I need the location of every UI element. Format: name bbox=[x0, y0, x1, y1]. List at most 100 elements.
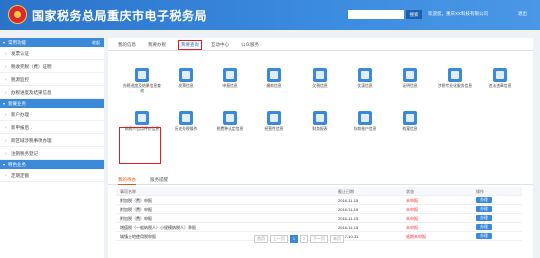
table-header-row: 事项名称 截止日期 状态 操作 bbox=[116, 187, 522, 196]
table-row: 增值税（一般纳税人）小规模纳税人）季报 2016-11-15 未申报 办理 bbox=[116, 223, 522, 232]
sidebar-item[interactable]: 跨区域涉税事项办理 bbox=[0, 134, 104, 147]
section-title: 套餐业务 bbox=[8, 101, 26, 106]
sidebar-item[interactable]: 新申报后 bbox=[0, 121, 104, 134]
pager-first[interactable]: 首页 bbox=[254, 235, 268, 243]
deadline: 2016-11-15 bbox=[338, 198, 359, 203]
sidebar-item[interactable]: 注销税务登记 bbox=[0, 147, 104, 160]
pager-page[interactable]: 1 bbox=[290, 235, 298, 243]
sub-tabs: 我的待办 服务提醒 bbox=[108, 175, 533, 185]
tab-my-info[interactable]: 我的信息 bbox=[118, 42, 136, 48]
table-row: 附加税（费）申报 2016-11-15 未申报 办理 bbox=[116, 196, 522, 205]
pager-next[interactable]: 下一页 bbox=[310, 235, 328, 243]
handle-button[interactable]: 办理 bbox=[476, 233, 492, 239]
table-row: 附加税（费）申报 2016-11-15 未申报 办理 bbox=[116, 205, 522, 214]
sidebar-section-common[interactable]: ▾ 常用功能 收起 bbox=[0, 38, 104, 47]
history-icon bbox=[179, 111, 193, 125]
query-tile-arrears[interactable]: 欠税信息 bbox=[300, 68, 340, 89]
declaration-icon bbox=[223, 68, 237, 82]
handle-button[interactable]: 办理 bbox=[476, 206, 492, 212]
query-tile-financial[interactable]: 财务报表 bbox=[300, 111, 340, 132]
collapse-link[interactable]: 收起 bbox=[92, 38, 100, 47]
tab-my-todo[interactable]: 我的待办 bbox=[118, 177, 136, 185]
status: 未申报 bbox=[406, 225, 418, 230]
top-tabs: 我的信息 我要办税 我要查询 互动中心 公众服务 bbox=[108, 40, 533, 51]
status: 未申报 bbox=[406, 207, 418, 212]
deadline: 2016-11-15 bbox=[338, 216, 359, 221]
sidebar-section-special[interactable]: ▾ 特色业务 bbox=[0, 160, 104, 169]
sidebar-section-package[interactable]: ▾ 套餐业务 bbox=[0, 99, 104, 108]
header-bar: 国家税务总局重庆市电子税务局 搜索 欢迎您，重庆XX科技有限公司 退出 bbox=[0, 0, 540, 30]
financial-icon bbox=[313, 111, 327, 125]
query-tile-certificate[interactable]: 证明信息 bbox=[390, 68, 430, 89]
operating-icon bbox=[267, 111, 281, 125]
pager-last[interactable]: 末页 bbox=[330, 235, 344, 243]
sidebar-item[interactable]: 发票认证 bbox=[0, 47, 104, 60]
handle-button[interactable]: 办理 bbox=[476, 224, 492, 230]
credit-icon bbox=[135, 111, 149, 125]
deadline: 2016-11-15 bbox=[338, 225, 359, 230]
status: 未申报 bbox=[406, 216, 418, 221]
sidebar-item[interactable]: 税源监控 bbox=[0, 73, 104, 86]
query-tile-professional[interactable]: 涉税专业化服务信息 bbox=[435, 68, 475, 89]
section-title: 常用功能 bbox=[8, 40, 26, 45]
status: 未申报 bbox=[406, 198, 418, 203]
todo-table: 事项名称 截止日期 状态 操作 附加税（费）申报 2016-11-15 未申报 … bbox=[116, 187, 522, 241]
handle-button[interactable]: 办理 bbox=[476, 197, 492, 203]
archive-icon bbox=[403, 111, 417, 125]
progress-icon bbox=[135, 68, 149, 82]
preferential-icon bbox=[358, 68, 372, 82]
certificate-icon bbox=[403, 68, 417, 82]
query-tile-declaration[interactable]: 申报信息 bbox=[210, 68, 250, 89]
query-tile-progress[interactable]: 办税进度及结果信息查询 bbox=[122, 68, 162, 94]
item-name: 附加税（费）申报 bbox=[120, 207, 152, 212]
status: 逾期未申报 bbox=[406, 234, 426, 239]
col-header-status: 状态 bbox=[406, 189, 414, 194]
tab-tax-handling[interactable]: 我要办税 bbox=[148, 42, 166, 48]
query-tile-invoice[interactable]: 发票信息 bbox=[166, 68, 206, 89]
payment-icon bbox=[267, 68, 281, 82]
pager-prev[interactable]: 上一页 bbox=[270, 235, 288, 243]
chevron-down-icon: ▾ bbox=[3, 40, 6, 45]
sidebar-item[interactable]: 税收完税（费）证明 bbox=[0, 60, 104, 73]
query-tile-violation[interactable]: 违法违章信息 bbox=[480, 68, 520, 89]
pager-page[interactable]: 2 bbox=[300, 235, 308, 243]
selection-highlight bbox=[119, 127, 161, 164]
violation-icon bbox=[493, 68, 507, 82]
tab-public-service[interactable]: 公众服务 bbox=[241, 42, 259, 48]
main-panel: 我的信息 我要办税 我要查询 互动中心 公众服务 办税进度及结果信息查询 发票信… bbox=[108, 38, 533, 258]
item-name: 附加税（费）申报 bbox=[120, 198, 152, 203]
search-input[interactable] bbox=[348, 10, 404, 19]
tab-interaction[interactable]: 互动中心 bbox=[211, 42, 229, 48]
section-title: 特色业务 bbox=[8, 162, 26, 167]
query-tile-preferential[interactable]: 优惠信息 bbox=[345, 68, 385, 89]
query-tile-payment[interactable]: 缴款信息 bbox=[254, 68, 294, 89]
col-header-name: 事项名称 bbox=[120, 189, 136, 194]
tax-emblem-icon bbox=[8, 5, 27, 24]
handle-button[interactable]: 办理 bbox=[476, 215, 492, 221]
query-tile-history[interactable]: 历史办税操作 bbox=[166, 111, 206, 132]
arrears-icon bbox=[313, 68, 327, 82]
table-row: 附加税（费）申报 2016-11-15 未申报 办理 bbox=[116, 214, 522, 223]
sidebar-item[interactable]: 定期定额 bbox=[0, 169, 104, 182]
deadline: 2016-11-15 bbox=[338, 207, 359, 212]
query-tile-bank-account[interactable]: 存款账户信息 bbox=[345, 111, 385, 132]
sidebar-item[interactable]: 办税进度及结果信息 bbox=[0, 86, 104, 99]
sidebar-item[interactable]: 新户办理 bbox=[0, 108, 104, 121]
user-info: 欢迎您，重庆XX科技有限公司 bbox=[428, 11, 489, 16]
professional-icon bbox=[448, 68, 462, 82]
logout-link[interactable]: 退出 bbox=[518, 11, 527, 17]
invoice-icon bbox=[179, 68, 193, 82]
chevron-down-icon: ▾ bbox=[3, 162, 6, 167]
query-tile-operating[interactable]: 经营性信息 bbox=[254, 111, 294, 132]
item-name: 附加税（费）申报 bbox=[120, 216, 152, 221]
query-tile-tax-type[interactable]: 税费种认定信息 bbox=[210, 111, 250, 132]
site-title: 国家税务总局重庆市电子税务局 bbox=[32, 9, 208, 23]
col-header-deadline: 截止日期 bbox=[338, 189, 354, 194]
query-tile-archive[interactable]: 档案信息 bbox=[390, 111, 430, 132]
tax-type-icon bbox=[223, 111, 237, 125]
search-button[interactable]: 搜索 bbox=[406, 10, 422, 19]
tab-service-reminder[interactable]: 服务提醒 bbox=[150, 177, 168, 183]
chevron-down-icon: ▾ bbox=[3, 101, 6, 106]
col-header-action: 操作 bbox=[476, 189, 484, 194]
tab-query[interactable]: 我要查询 bbox=[178, 40, 202, 50]
